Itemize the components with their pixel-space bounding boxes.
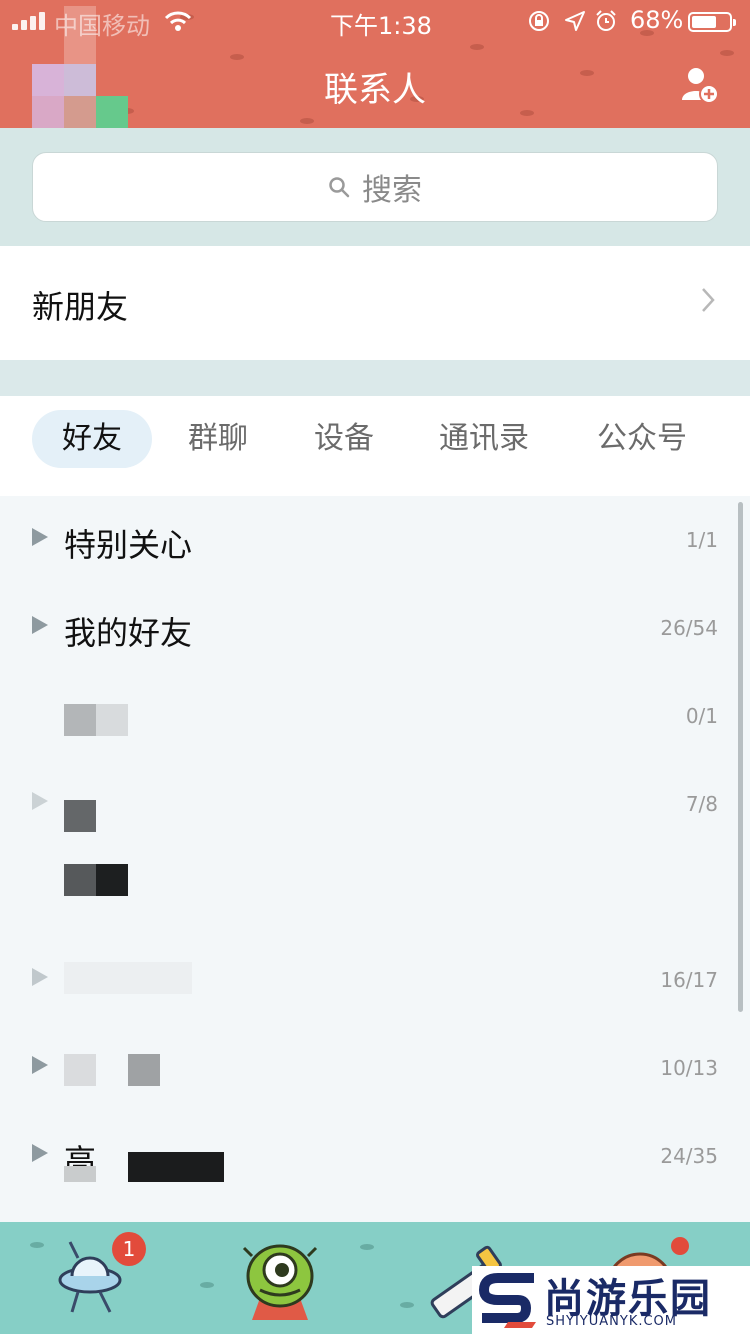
group-row-my-friends[interactable]: 我的好友 26/54 [0, 584, 740, 672]
header-bar: 中国移动 下午1:38 68% 联系人 [0, 0, 750, 128]
group-count: 10/13 [660, 1056, 718, 1080]
status-bar: 中国移动 下午1:38 68% [0, 0, 750, 64]
expand-triangle-icon [32, 616, 48, 634]
alarm-icon [596, 10, 616, 31]
messages-badge: 1 [112, 1232, 146, 1266]
redacted-name-block [128, 1054, 160, 1086]
group-name: 特别关心 [64, 526, 193, 564]
redacted-name-block [128, 1152, 224, 1182]
carrier-label: 中国移动 [54, 12, 150, 40]
redacted-name-block [64, 704, 96, 736]
group-row-6[interactable]: 16/17 [0, 936, 740, 1024]
chevron-right-icon [702, 288, 715, 312]
search-placeholder: 搜索 [362, 173, 422, 208]
expand-triangle-icon [32, 1056, 48, 1074]
group-count: 1/1 [685, 528, 718, 552]
group-row-4[interactable]: 7/8 [0, 760, 740, 848]
new-friends-row[interactable]: 新朋友 [0, 246, 750, 360]
section-divider [0, 360, 750, 396]
group-row-5[interactable] [0, 848, 740, 936]
group-count: 26/54 [660, 616, 718, 640]
redacted-name-block [64, 800, 96, 832]
signal-icon [12, 12, 48, 30]
group-row-3[interactable]: 0/1 [0, 672, 740, 760]
new-friends-label: 新朋友 [32, 288, 129, 326]
battery-icon [688, 12, 736, 32]
redacted-name-block [64, 1166, 96, 1182]
tab-address-book[interactable]: 通讯录 [422, 410, 546, 468]
group-count: 16/17 [660, 968, 718, 992]
search-input[interactable]: 搜索 [32, 152, 718, 222]
redacted-name-block [64, 864, 96, 896]
tab-devices[interactable]: 设备 [294, 410, 394, 468]
tab-messages[interactable]: 1 [48, 1228, 148, 1328]
page-title: 联系人 [324, 70, 426, 110]
rotation-lock-icon [529, 11, 549, 31]
battery-percent: 68% [630, 6, 684, 34]
list-scrollbar[interactable] [738, 502, 743, 1012]
group-count: 7/8 [685, 792, 718, 816]
group-row-special-care[interactable]: 特别关心 1/1 [0, 496, 740, 584]
search-icon [329, 177, 350, 198]
redacted-name-block [96, 864, 128, 896]
watermark-logo [478, 1273, 536, 1328]
expand-triangle-icon [32, 792, 48, 810]
friend-group-list: 特别关心 1/1 我的好友 26/54 0/1 7/8 16/17 10/13 [0, 496, 750, 1222]
tab-contacts[interactable] [230, 1228, 330, 1328]
tab-friends[interactable]: 好友 [32, 410, 152, 468]
search-section: 搜索 [0, 128, 750, 246]
expand-triangle-icon [32, 528, 48, 546]
tab-official-accounts[interactable]: 公众号 [580, 410, 704, 468]
location-icon [565, 11, 585, 31]
redacted-name-block [64, 962, 192, 994]
group-row-7[interactable]: 10/13 [0, 1024, 740, 1112]
wifi-icon [164, 11, 192, 31]
tab-groups[interactable]: 群聊 [168, 410, 268, 468]
redacted-name-block [96, 704, 128, 736]
site-watermark: 尚游乐园 SHYIYUANYK.COM [472, 1266, 750, 1334]
add-contact-button[interactable] [680, 66, 720, 106]
group-count: 0/1 [685, 704, 718, 728]
contact-tabs: 好友 群聊 设备 通讯录 公众号 [0, 396, 750, 496]
expand-triangle-icon [32, 968, 48, 986]
status-time: 下午1:38 [330, 12, 432, 40]
alien-contacts-icon [242, 1244, 318, 1320]
expand-triangle-icon [32, 1144, 48, 1162]
watermark-url: SHYIYUANYK.COM [546, 1314, 677, 1329]
redacted-name-block [64, 1054, 96, 1086]
add-contact-icon [682, 68, 719, 104]
group-count: 24/35 [660, 1144, 718, 1168]
group-name: 我的好友 [64, 614, 193, 652]
group-row-8[interactable]: 高 24/35 [0, 1112, 740, 1200]
